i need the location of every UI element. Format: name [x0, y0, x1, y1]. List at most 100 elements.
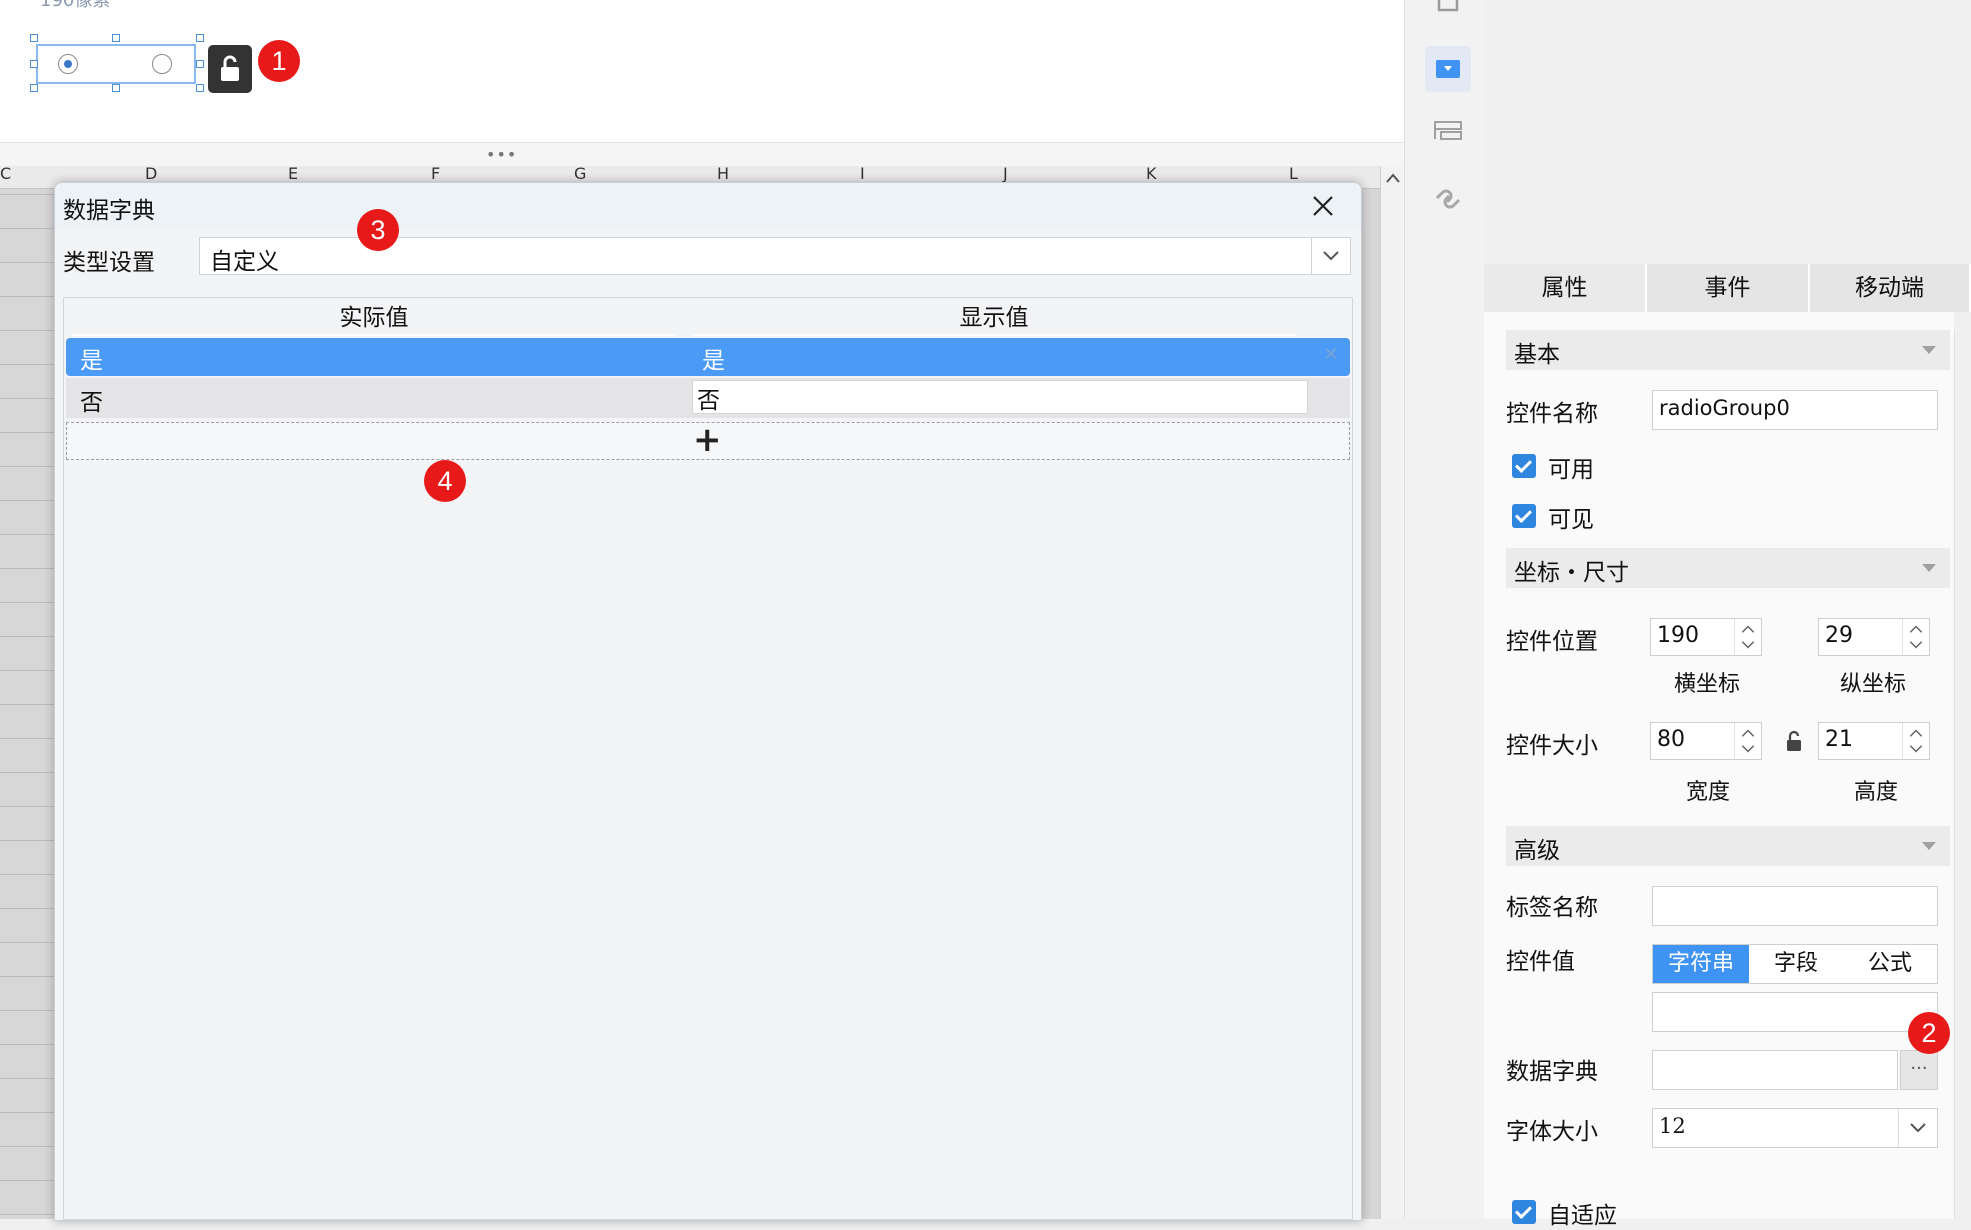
delete-row-icon[interactable]: ✕ [1322, 346, 1340, 364]
grid-row-line [0, 1112, 55, 1113]
visible-checkbox[interactable] [1512, 504, 1536, 528]
tab-properties[interactable]: 属性 [1484, 264, 1647, 312]
column-letter[interactable]: H [717, 164, 729, 183]
font-size-select[interactable]: 12 [1652, 1108, 1938, 1148]
y-position-value: 29 [1825, 623, 1853, 648]
resize-handle-ne[interactable] [196, 34, 204, 42]
properties-panel: 属性 事件 移动端 基本 控件名称 radioGroup0 可用 可见 坐标・尺… [1484, 0, 1971, 1229]
column-letter[interactable]: K [1146, 164, 1157, 183]
grid-row-line [0, 500, 55, 501]
table-row[interactable]: 否 否 [66, 378, 1350, 418]
cell-display-editor[interactable]: 否 [692, 380, 1308, 414]
data-dict-label: 数据字典 [1506, 1059, 1598, 1085]
column-letter[interactable]: D [145, 164, 157, 183]
control-name-label: 控件名称 [1506, 401, 1598, 427]
resize-handle-se[interactable] [196, 84, 204, 92]
column-letter[interactable]: E [288, 164, 298, 183]
value-mode-field[interactable]: 字段 [1749, 945, 1843, 983]
control-value-input[interactable] [1652, 992, 1938, 1032]
autofit-checkbox[interactable] [1512, 1200, 1536, 1224]
column-letter[interactable]: F [431, 164, 440, 183]
type-setting-label: 类型设置 [63, 250, 155, 276]
dropdown-widget-button[interactable] [1425, 46, 1471, 92]
close-icon[interactable] [1307, 190, 1339, 222]
resize-handle-nw[interactable] [30, 34, 38, 42]
column-letter[interactable]: L [1289, 164, 1298, 183]
column-letter[interactable]: I [860, 164, 865, 183]
y-caption: 纵坐标 [1840, 672, 1907, 697]
spinner-arrows-icon[interactable] [1902, 723, 1929, 759]
grid-row-line [0, 466, 55, 467]
x-position-input[interactable]: 190 [1650, 618, 1762, 656]
grid-row-line [0, 432, 55, 433]
value-mode-string[interactable]: 字符串 [1653, 945, 1749, 983]
section-advanced[interactable]: 高级 [1506, 826, 1950, 866]
tag-name-input[interactable] [1652, 886, 1938, 926]
plus-icon: + [693, 420, 722, 460]
cell-actual[interactable]: 是 [80, 341, 103, 375]
grid-row-line [0, 942, 55, 943]
type-setting-dropdown-button[interactable] [1311, 238, 1350, 274]
column-letter[interactable]: C [0, 164, 11, 183]
table-row[interactable]: 是 是 ✕ [66, 338, 1350, 376]
resize-handle-sw[interactable] [30, 84, 38, 92]
enabled-checkbox[interactable] [1512, 454, 1536, 478]
grid-row-line [0, 1180, 55, 1181]
grid-row-line [0, 806, 55, 807]
properties-scrollbar[interactable] [1954, 330, 1971, 1219]
grid-row-line [0, 636, 55, 637]
control-name-input[interactable]: radioGroup0 [1652, 390, 1938, 430]
height-value: 21 [1825, 727, 1853, 752]
spinner-arrows-icon[interactable] [1734, 723, 1761, 759]
section-geometry[interactable]: 坐标・尺寸 [1506, 548, 1950, 588]
chevron-down-icon [1922, 842, 1936, 850]
radio-group-widget[interactable] [36, 44, 196, 84]
value-mode-formula[interactable]: 公式 [1843, 945, 1937, 983]
dialog-title: 数据字典 [63, 198, 155, 224]
column-header-actual: 实际值 [339, 305, 409, 331]
control-value-label: 控件值 [1506, 949, 1575, 975]
data-dictionary-dialog: 数据字典 类型设置 自定义 3 实际值 显示值 是 是 ✕ 否 否 + 4 [54, 182, 1362, 1221]
section-basic[interactable]: 基本 [1506, 330, 1950, 370]
spinner-arrows-icon[interactable] [1902, 619, 1929, 655]
cell-actual[interactable]: 否 [80, 383, 103, 417]
font-size-dropdown-button[interactable] [1898, 1109, 1937, 1147]
grid-vertical-scrollbar[interactable] [1380, 166, 1405, 1219]
column-letter[interactable]: J [1003, 164, 1008, 183]
grid-row-line [0, 1146, 55, 1147]
resize-handle-s[interactable] [112, 84, 120, 92]
radio-option-2[interactable] [152, 54, 172, 74]
canvas-splitter[interactable]: ••• [0, 142, 1404, 167]
grid-row-line [0, 1214, 55, 1215]
scroll-up-icon[interactable] [1385, 172, 1401, 184]
dialog-titlebar[interactable]: 数据字典 [55, 183, 1361, 229]
tab-mobile[interactable]: 移动端 [1810, 264, 1971, 312]
resize-handle-w[interactable] [30, 60, 38, 68]
aspect-unlock-icon[interactable] [1786, 730, 1802, 752]
data-dict-input[interactable] [1652, 1050, 1898, 1090]
resize-handle-n[interactable] [112, 34, 120, 42]
y-position-input[interactable]: 29 [1818, 618, 1930, 656]
width-input[interactable]: 80 [1650, 722, 1762, 760]
add-row-button[interactable]: + [66, 420, 1350, 460]
cell-display[interactable]: 是 [702, 341, 725, 375]
ruler-hint: 190像素 [40, 0, 111, 11]
design-canvas[interactable]: 190像素 1 [0, 0, 1404, 142]
chevron-down-icon [1922, 346, 1936, 354]
link-icon[interactable] [1425, 176, 1471, 222]
layers-icon[interactable] [1425, 112, 1471, 158]
grid-row-line [0, 874, 55, 875]
data-dict-edit-button[interactable]: ··· [1900, 1050, 1938, 1090]
tab-events[interactable]: 事件 [1647, 264, 1810, 312]
type-setting-value: 自定义 [210, 249, 279, 275]
spinner-arrows-icon[interactable] [1734, 619, 1761, 655]
step-badge-1: 1 [258, 40, 300, 82]
column-letter[interactable]: G [574, 164, 586, 183]
grid-row-line [0, 1078, 55, 1079]
resize-handle-e[interactable] [196, 60, 204, 68]
radio-option-1[interactable] [58, 54, 78, 74]
cell-display: 否 [697, 388, 720, 414]
unlock-button[interactable] [208, 45, 252, 93]
frame-icon[interactable] [1425, 0, 1471, 32]
height-input[interactable]: 21 [1818, 722, 1930, 760]
